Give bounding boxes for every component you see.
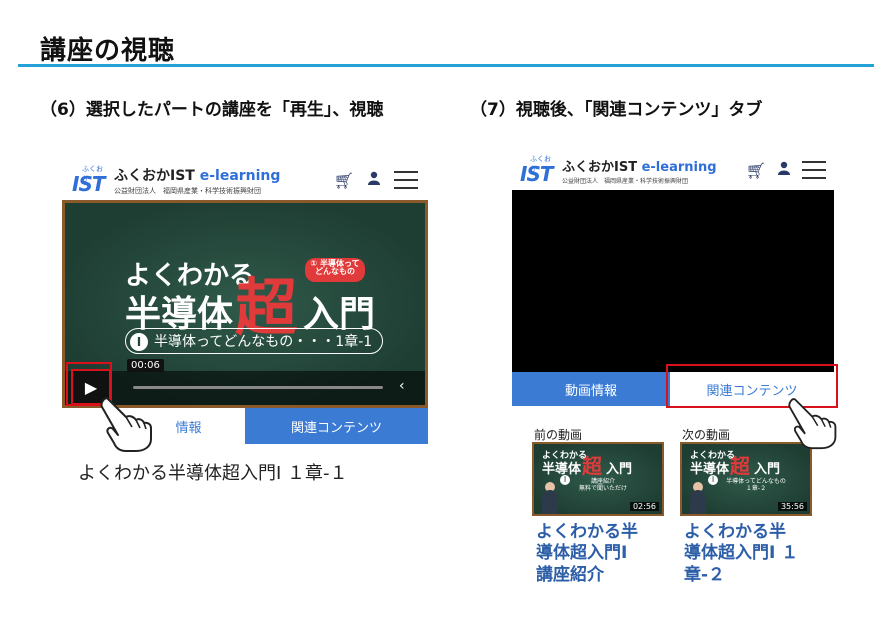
logo-sub-text: 公益財団法人 福岡県産業・科学技術振興財団 (562, 177, 689, 185)
title-divider (18, 64, 874, 67)
thumb-text-b: 半導体 (542, 462, 582, 477)
presenter-avatar (542, 490, 558, 514)
next-video-thumbnail[interactable]: よくわかる 半導体 超 入門 半導体ってどんなもの １章-２ Ⅰ 35:56 (680, 442, 812, 516)
step-6-caption: （6）選択したパートの講座を「再生」、視聴 (40, 100, 384, 120)
hamburger-menu-icon[interactable] (802, 161, 826, 179)
app-header-right: ふくおか IST ふくおかIST e-learning 公益財団法人 福岡県産業… (512, 150, 834, 190)
video-subtitle: Ⅰ 半導体ってどんなもの・・・1章-1 (125, 328, 384, 354)
user-icon[interactable] (778, 161, 790, 179)
video-title: よくわかる半導体超入門Ⅰ １章-１ (78, 463, 348, 484)
cart-icon[interactable]: 🛒︎ (746, 161, 766, 180)
logo-ist-text: IST (72, 172, 105, 196)
video-player[interactable]: よくわかる 半導体 超 入門 ① 半導体って どんなもの Ⅰ 半導体ってどんなもの… (62, 200, 428, 408)
logo-ist-text: IST (520, 162, 553, 186)
logo-elearning-text: e-learning (641, 159, 717, 175)
presenter-avatar (690, 490, 706, 514)
thumb-text-c: 入門 (606, 462, 633, 477)
prev-video-duration: 02:56 (629, 502, 659, 511)
logo-sub-text: 公益財団法人 福岡県産業・科学技術振興財団 (114, 186, 261, 195)
step-7-caption: （7）視聴後、「関連コンテンツ」タブ (470, 100, 763, 120)
cart-icon[interactable]: 🛒︎ (334, 171, 354, 190)
logo-elearning-text: e-learning (199, 167, 281, 184)
hamburger-menu-icon[interactable] (394, 171, 418, 189)
video-player-finished[interactable] (512, 190, 834, 372)
thumb-num: Ⅰ (708, 475, 718, 485)
prev-video-thumbnail[interactable]: よくわかる 半導体 超 入門 講座紹介 無料で聞いただけ Ⅰ 02:56 (532, 442, 664, 516)
app-header: ふくおか IST ふくおかIST e-learning 公益財団法人 福岡県産業… (62, 160, 428, 200)
next-video-duration: 35:56 (777, 502, 807, 511)
logo-text-block: ふくおかIST e-learning 公益財団法人 福岡県産業・科学技術振興財団 (114, 165, 280, 196)
pointing-hand-icon (788, 398, 837, 450)
tab-video-info-label: 情報 (175, 420, 202, 436)
tab-related-content[interactable]: 関連コンテンツ (245, 408, 428, 444)
subtitle-text: 半導体ってどんなもの・・・1章-1 (154, 334, 373, 350)
tab-video-info[interactable]: 動画情報 (512, 372, 670, 406)
logo-main-text: ふくおかIST (114, 167, 200, 184)
logo-main-text: ふくおかIST (562, 159, 642, 175)
thumb-text-c: 入門 (754, 462, 781, 477)
ist-logo[interactable]: ふくおか IST (72, 164, 108, 196)
next-video-title[interactable]: よくわかる半 導体超入門Ⅰ １ 章-２ (684, 522, 798, 586)
thumb-num: Ⅰ (560, 475, 570, 485)
thumb-subtitle: 講座紹介 無料で聞いただけ (578, 478, 627, 493)
seek-bar[interactable] (133, 386, 383, 389)
chapter-pill-text: 半導体って どんなもの (315, 259, 360, 277)
thumb-text-chou: 超 (730, 454, 750, 478)
user-icon[interactable] (368, 171, 380, 189)
thumb-text-b: 半導体 (690, 462, 730, 477)
ist-logo-right[interactable]: ふくおか IST (520, 154, 556, 186)
chapter-pill: ① 半導体って どんなもの (305, 258, 365, 282)
subtitle-num: Ⅰ (130, 333, 148, 351)
chevron-left-icon[interactable]: ‹ (399, 378, 405, 394)
pointing-hand-icon (100, 397, 152, 452)
prev-video-label: 前の動画 (534, 428, 583, 442)
thumb-text-chou: 超 (582, 454, 602, 478)
current-time-badge: 00:06 (127, 359, 164, 372)
prev-video-title[interactable]: よくわかる半 導体超入門Ⅰ 講座紹介 (536, 522, 638, 586)
page-title: 講座の視聴 (40, 36, 176, 66)
logo-text-block: ふくおかIST e-learning 公益財団法人 福岡県産業・科学技術振興財団 (562, 156, 717, 185)
thumb-subtitle: 半導体ってどんなもの １章-２ (726, 478, 786, 493)
next-video-label: 次の動画 (682, 428, 731, 442)
